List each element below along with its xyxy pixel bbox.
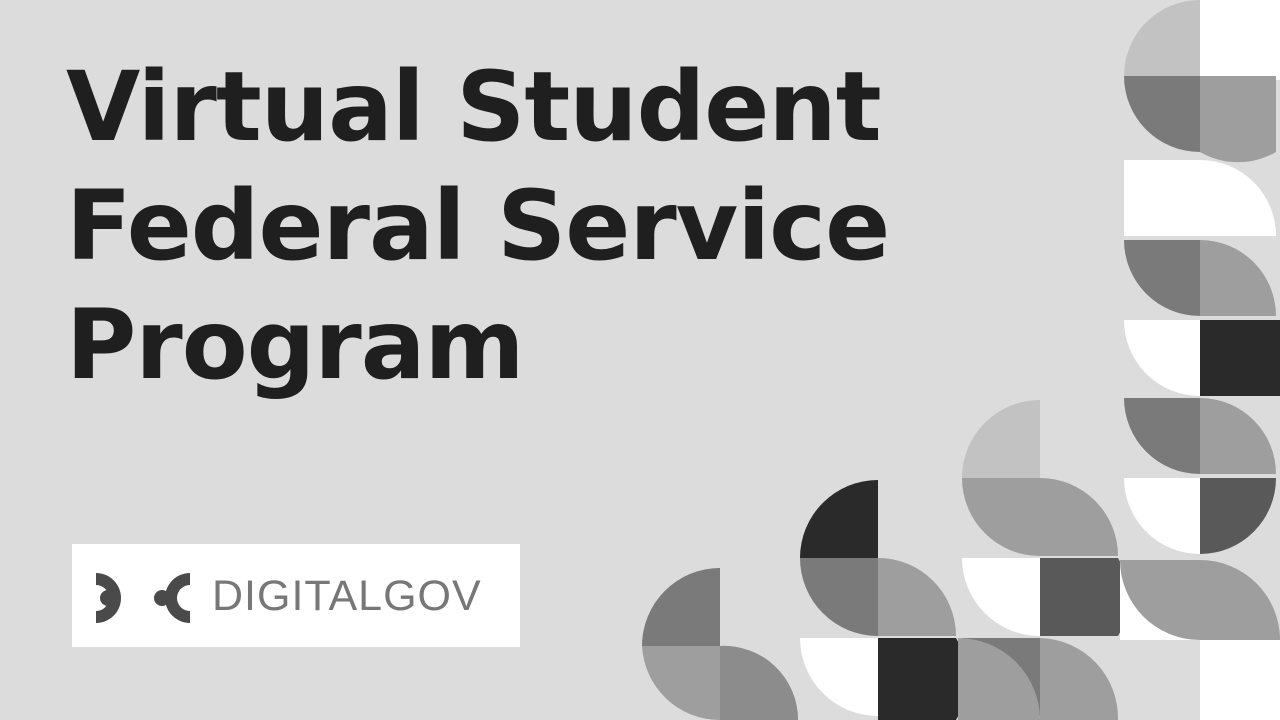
- geometric-pattern: [642, 0, 1280, 720]
